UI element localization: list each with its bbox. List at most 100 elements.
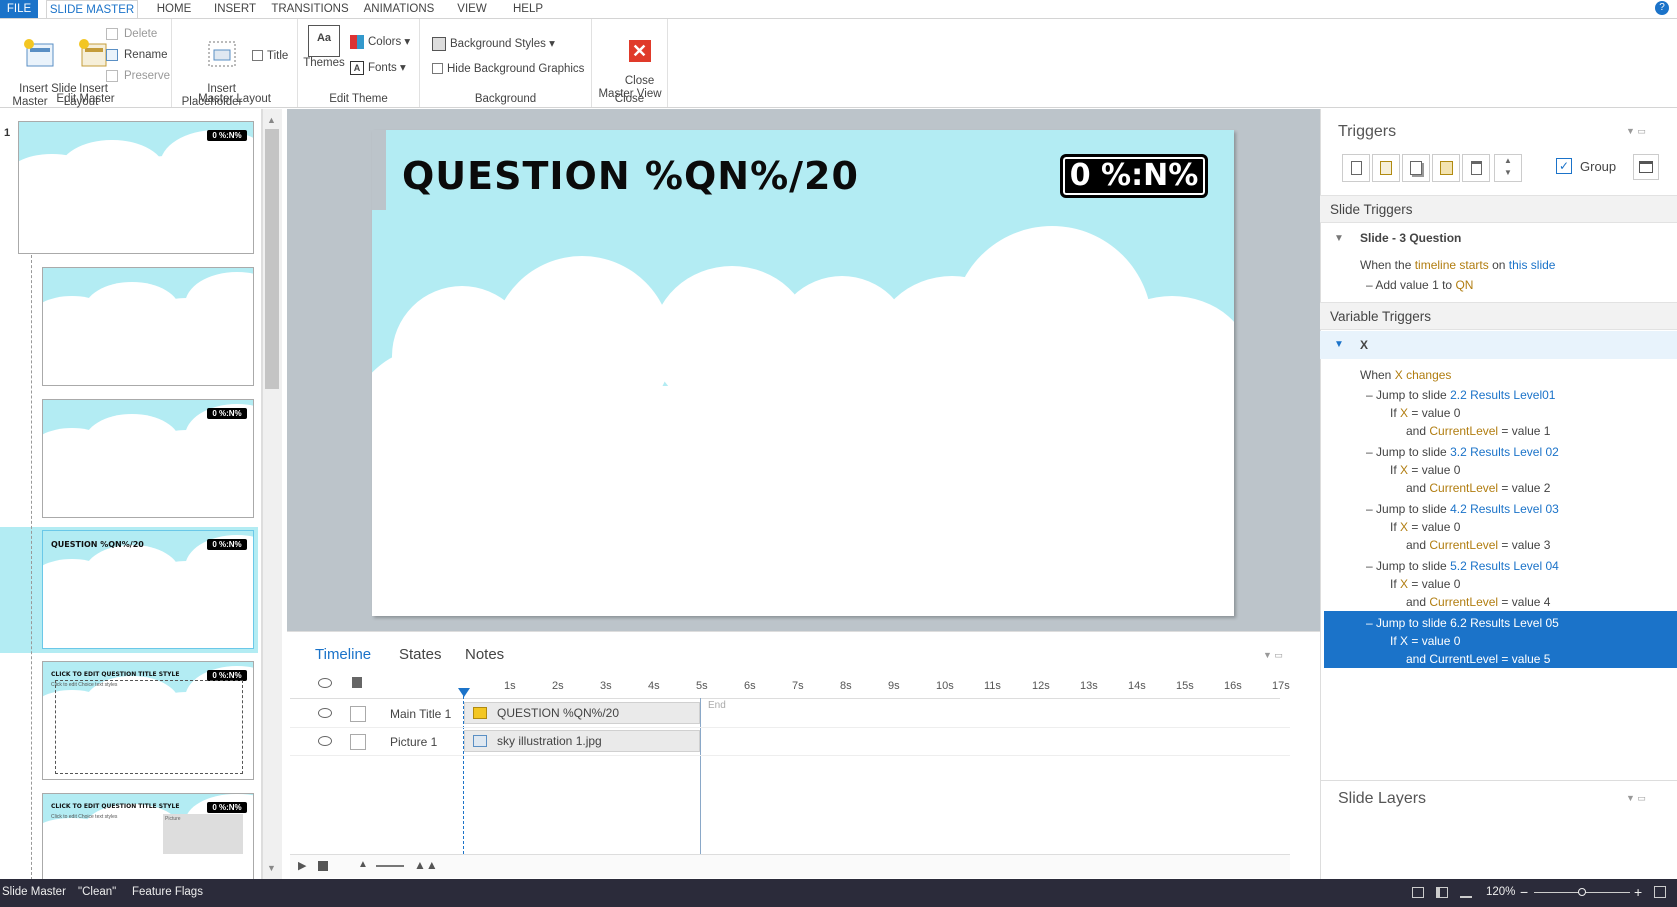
lock-header-icon[interactable] [352,677,362,688]
insert-layout-button[interactable]: Insert Layout [60,25,108,122]
jump-condition-if[interactable]: If X = value 0 [1390,463,1460,477]
x-variable-link[interactable]: X [1400,577,1408,591]
zoom-slider-thumb[interactable] [1578,888,1586,896]
lock-checkbox[interactable] [350,734,366,750]
var-trigger-when[interactable]: When X changes [1360,368,1451,382]
new-trigger-button[interactable] [1342,154,1370,182]
scroll-down-icon[interactable]: ▼ [267,863,276,873]
jump-trigger-action[interactable]: – Jump to slide 5.2 Results Level 04 [1366,559,1559,573]
thumbnail-scrollbar[interactable]: ▲ ▼ [262,109,282,879]
master-thumbnail[interactable]: 0 %:N% [18,121,254,254]
slide-trigger-action[interactable]: – Add value 1 to QN [1366,278,1473,292]
play-icon[interactable]: ▶ [298,859,306,872]
tab-home[interactable]: HOME [150,0,198,18]
this-slide-link[interactable]: this slide [1509,258,1556,272]
slide-sorter-icon[interactable] [1436,887,1448,898]
rename-button[interactable]: Rename [106,48,167,62]
eye-icon[interactable] [318,736,332,746]
slide-name[interactable]: Slide - 3 Question [1360,231,1461,245]
edit-trigger-button[interactable] [1372,154,1400,182]
playhead-icon[interactable] [458,688,470,697]
group-checkbox[interactable]: ✓ [1556,158,1572,174]
layout-thumbnail-3[interactable]: QUESTION %QN%/20 0 %:N% [42,530,254,649]
jump-condition-if[interactable]: If X = value 0 [1390,406,1460,420]
scroll-up-icon[interactable]: ▲ [267,115,276,125]
jump-condition-and[interactable]: and CurrentLevel = value 3 [1406,538,1550,552]
variable-x-name[interactable]: X [1360,338,1368,352]
slide-triggers-header[interactable]: Slide Triggers [1320,195,1677,223]
presenter-view-icon[interactable] [1460,887,1472,898]
delete-button[interactable]: Delete [106,27,157,41]
jump-condition-if[interactable]: If X = value 0 [1390,634,1460,648]
layout-thumbnail-1[interactable] [42,267,254,386]
tab-view[interactable]: VIEW [452,0,492,18]
variable-triggers-header[interactable]: Variable Triggers [1320,302,1677,330]
paste-trigger-button[interactable] [1432,154,1460,182]
timeline-row-main-title[interactable]: Main Title 1 QUESTION %QN%/20 [290,700,1290,728]
jump-trigger-action[interactable]: – Jump to slide 4.2 Results Level 03 [1366,502,1559,516]
jump-condition-and[interactable]: and CurrentLevel = value 1 [1406,424,1550,438]
scroll-thumb[interactable] [265,129,279,389]
zoom-in-status-icon[interactable]: + [1634,884,1642,900]
variable-x-row[interactable] [1320,331,1677,359]
timeline-bar[interactable]: QUESTION %QN%/20 [464,702,700,724]
tab-states[interactable]: States [399,646,442,663]
panel-layout-button[interactable] [1633,154,1659,180]
slide-stage[interactable]: QUESTION %QN%/20 0 %:N% [372,130,1234,616]
timeline-row-picture[interactable]: Picture 1 sky illustration 1.jpg [290,728,1290,756]
current-level-link[interactable]: CurrentLevel [1429,652,1498,666]
qn-variable-link[interactable]: QN [1455,278,1473,292]
timeline-starts-link[interactable]: timeline starts [1415,258,1489,272]
hide-background-graphics-checkbox[interactable]: Hide Background Graphics [432,62,584,76]
insert-placeholder-button[interactable]: Insert Placeholder [176,25,248,122]
title-checkbox-box[interactable] [252,50,263,62]
stop-icon[interactable] [318,861,328,871]
lock-checkbox[interactable] [350,706,366,722]
preserve-button[interactable]: Preserve [106,69,170,83]
jump-target-link[interactable]: 5.2 Results Level 04 [1450,559,1559,573]
x-variable-link[interactable]: X [1395,368,1403,382]
changes-link[interactable]: changes [1406,368,1451,382]
jump-target-link[interactable]: 2.2 Results Level01 [1450,388,1555,402]
insert-slide-master-button[interactable]: Insert Slide Master [0,25,77,122]
current-level-link[interactable]: CurrentLevel [1429,424,1498,438]
jump-trigger-action[interactable]: – Jump to slide 3.2 Results Level 02 [1366,445,1559,459]
tab-insert[interactable]: INSERT [210,0,260,18]
panel-collapse-icon[interactable]: ▼ ▭ [1626,126,1646,137]
timeline-collapse-icon[interactable]: ▼ ▭ [1263,650,1283,661]
layers-collapse-icon[interactable]: ▼ ▭ [1626,793,1646,804]
tab-slide-master[interactable]: SLIDE MASTER [46,0,138,18]
jump-trigger-action[interactable]: – Jump to slide 2.2 Results Level01 [1366,388,1555,402]
eye-header-icon[interactable] [318,678,332,688]
hide-background-graphics-box[interactable] [432,63,443,75]
current-level-link[interactable]: CurrentLevel [1429,481,1498,495]
themes-button[interactable]: Aa Themes [302,25,346,70]
tab-animations[interactable]: ANIMATIONS [358,0,440,18]
slide-trigger-when[interactable]: When the timeline starts on this slide [1360,258,1555,272]
x-variable-link[interactable]: X [1400,463,1408,477]
x-variable-link[interactable]: X [1400,520,1408,534]
tab-timeline[interactable]: Timeline [315,646,371,663]
tab-notes[interactable]: Notes [465,646,504,663]
slide-title-text[interactable]: QUESTION %QN%/20 [402,154,859,198]
jump-condition-if[interactable]: If X = value 0 [1390,577,1460,591]
title-checkbox[interactable]: Title [252,49,288,63]
zoom-slider[interactable] [376,865,404,867]
current-level-link[interactable]: CurrentLevel [1429,538,1498,552]
jump-condition-and[interactable]: and CurrentLevel = value 5 [1406,652,1550,666]
x-variable-link[interactable]: X [1400,634,1408,648]
zoom-out-icon[interactable]: ▲ [358,859,368,870]
fonts-button[interactable]: A Fonts ▾ [350,61,406,75]
jump-condition-and[interactable]: and CurrentLevel = value 4 [1406,595,1550,609]
jump-condition-if[interactable]: If X = value 0 [1390,520,1460,534]
zoom-out-status-icon[interactable]: − [1520,884,1528,900]
fit-to-window-icon[interactable] [1654,886,1666,898]
layout-thumbnail-4[interactable]: CLICK TO EDIT QUESTION TITLE STYLE Click … [42,661,254,780]
layout-thumbnail-5[interactable]: CLICK TO EDIT QUESTION TITLE STYLE Click … [42,793,254,879]
jump-trigger-action[interactable]: – Jump to slide 6.2 Results Level 05 [1366,616,1559,630]
delete-trigger-button[interactable] [1462,154,1490,182]
collapse-var-icon[interactable]: ▼ [1334,339,1344,350]
tab-file[interactable]: FILE [0,0,38,18]
layout-thumbnail-2[interactable]: 0 %:N% [42,399,254,518]
current-level-link[interactable]: CurrentLevel [1429,595,1498,609]
